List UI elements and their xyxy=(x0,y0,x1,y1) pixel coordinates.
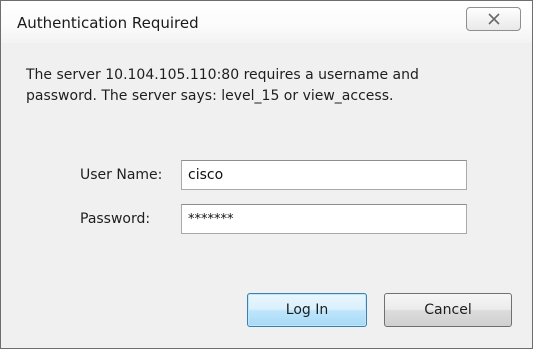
close-icon xyxy=(487,13,501,25)
username-label: User Name: xyxy=(80,167,163,183)
cancel-button[interactable]: Cancel xyxy=(384,293,512,327)
title-bar: Authentication Required xyxy=(1,1,532,43)
password-input[interactable] xyxy=(181,204,467,234)
message-line-2: password. The server says: level_15 or v… xyxy=(26,88,394,104)
message-line-1: The server 10.104.105.110:80 requires a … xyxy=(26,67,419,83)
password-label: Password: xyxy=(80,211,151,227)
dialog-title: Authentication Required xyxy=(17,14,199,32)
login-button[interactable]: Log In xyxy=(247,293,367,327)
auth-dialog: Authentication Required The server 10.10… xyxy=(0,0,533,349)
close-button[interactable] xyxy=(466,7,521,31)
auth-message: The server 10.104.105.110:80 requires a … xyxy=(26,65,496,107)
username-input[interactable] xyxy=(181,160,467,190)
